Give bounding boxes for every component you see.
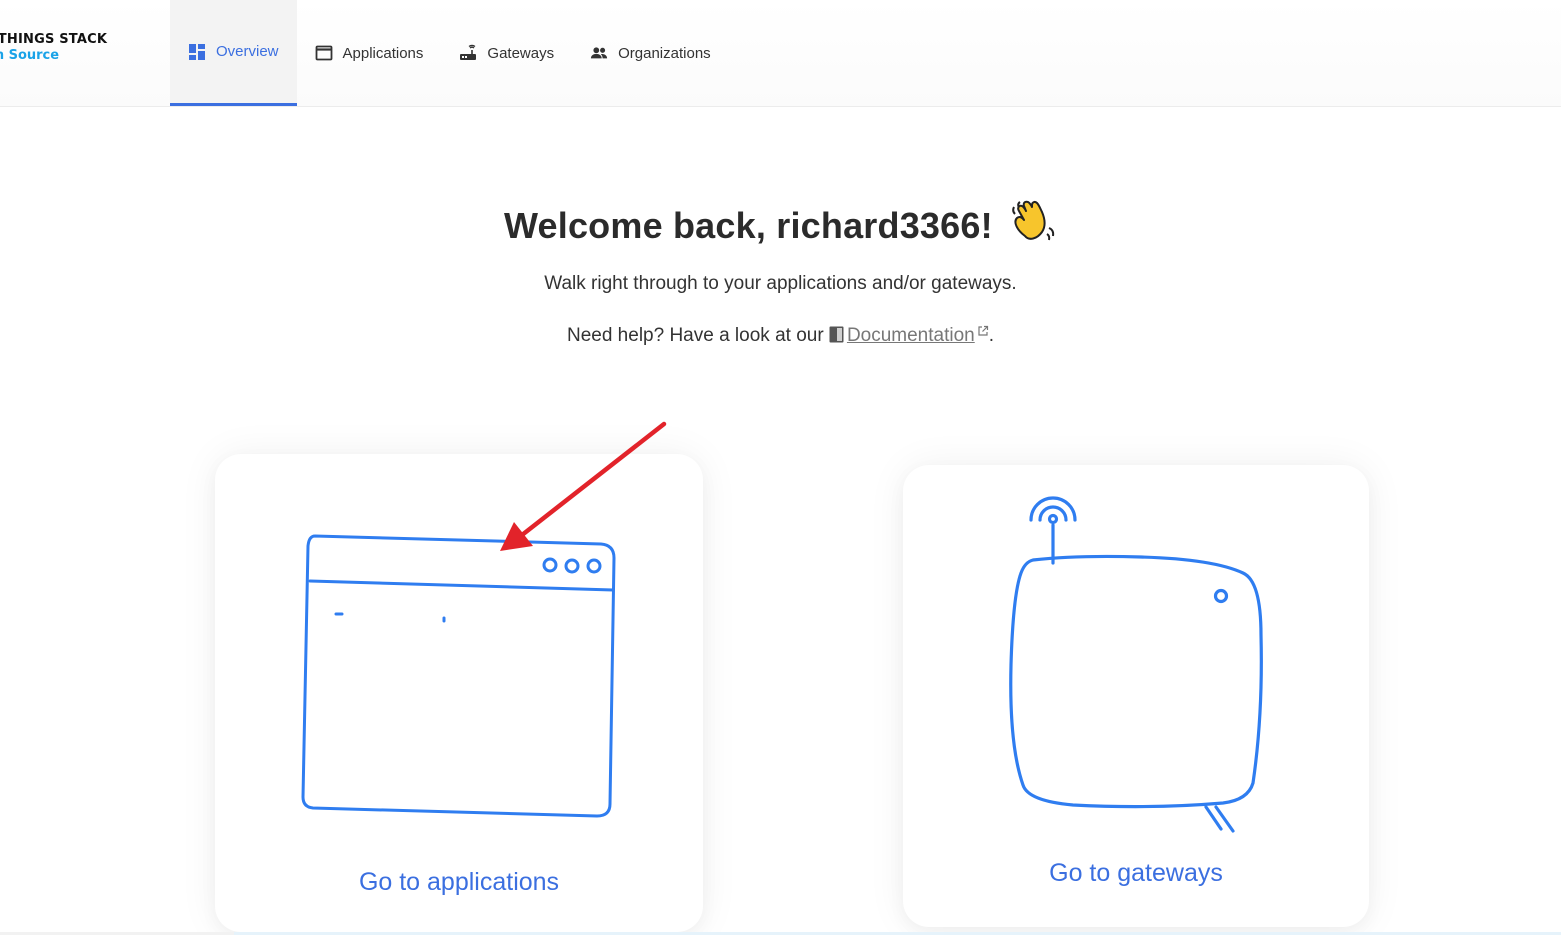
- main-nav: Overview Applications Gateways Organizat…: [170, 0, 729, 106]
- router-icon: [459, 44, 477, 62]
- application-window-illustration: [301, 534, 616, 818]
- logo-subtitle: en Source: [0, 48, 60, 63]
- applications-card[interactable]: Go to applications: [215, 454, 703, 932]
- book-icon: [829, 326, 844, 349]
- help-text: Need help? Have a look at our Documentat…: [0, 321, 1561, 349]
- nav-item-gateways[interactable]: Gateways: [441, 0, 572, 106]
- gateway-device-illustration: [1009, 496, 1263, 833]
- welcome-heading: Welcome back, richard3366!: [0, 198, 1561, 253]
- gateways-card[interactable]: Go to gateways: [903, 465, 1369, 927]
- welcome-subtitle: Walk right through to your applications …: [544, 273, 1017, 294]
- logo[interactable]: E THINGS STACK en Source: [0, 32, 164, 72]
- welcome-text: Welcome back, richard3366!: [504, 205, 993, 246]
- nav-label-gateways: Gateways: [487, 44, 555, 62]
- dashboard-icon: [188, 43, 206, 61]
- header: E THINGS STACK en Source Overview: [0, 0, 1561, 107]
- nav-item-overview[interactable]: Overview: [170, 0, 297, 106]
- nav-item-applications[interactable]: Applications: [297, 0, 442, 106]
- window-icon: [315, 44, 333, 62]
- go-to-gateways-label[interactable]: Go to gateways: [903, 859, 1369, 888]
- nav-label-applications: Applications: [342, 44, 424, 62]
- help-suffix: .: [988, 325, 995, 346]
- nav-label-overview: Overview: [216, 43, 279, 60]
- waving-hand-icon: [1011, 198, 1057, 253]
- external-link-icon: [977, 321, 989, 343]
- documentation-link[interactable]: Documentation: [847, 325, 975, 346]
- help-prefix: Need help? Have a look at our: [566, 325, 824, 346]
- go-to-applications-label[interactable]: Go to applications: [215, 868, 703, 897]
- people-icon: [590, 44, 608, 62]
- nav-item-organizations[interactable]: Organizations: [572, 0, 729, 106]
- logo-title: E THINGS STACK: [0, 32, 108, 47]
- nav-label-organizations: Organizations: [618, 44, 711, 62]
- page: E THINGS STACK en Source Overview: [0, 0, 1561, 935]
